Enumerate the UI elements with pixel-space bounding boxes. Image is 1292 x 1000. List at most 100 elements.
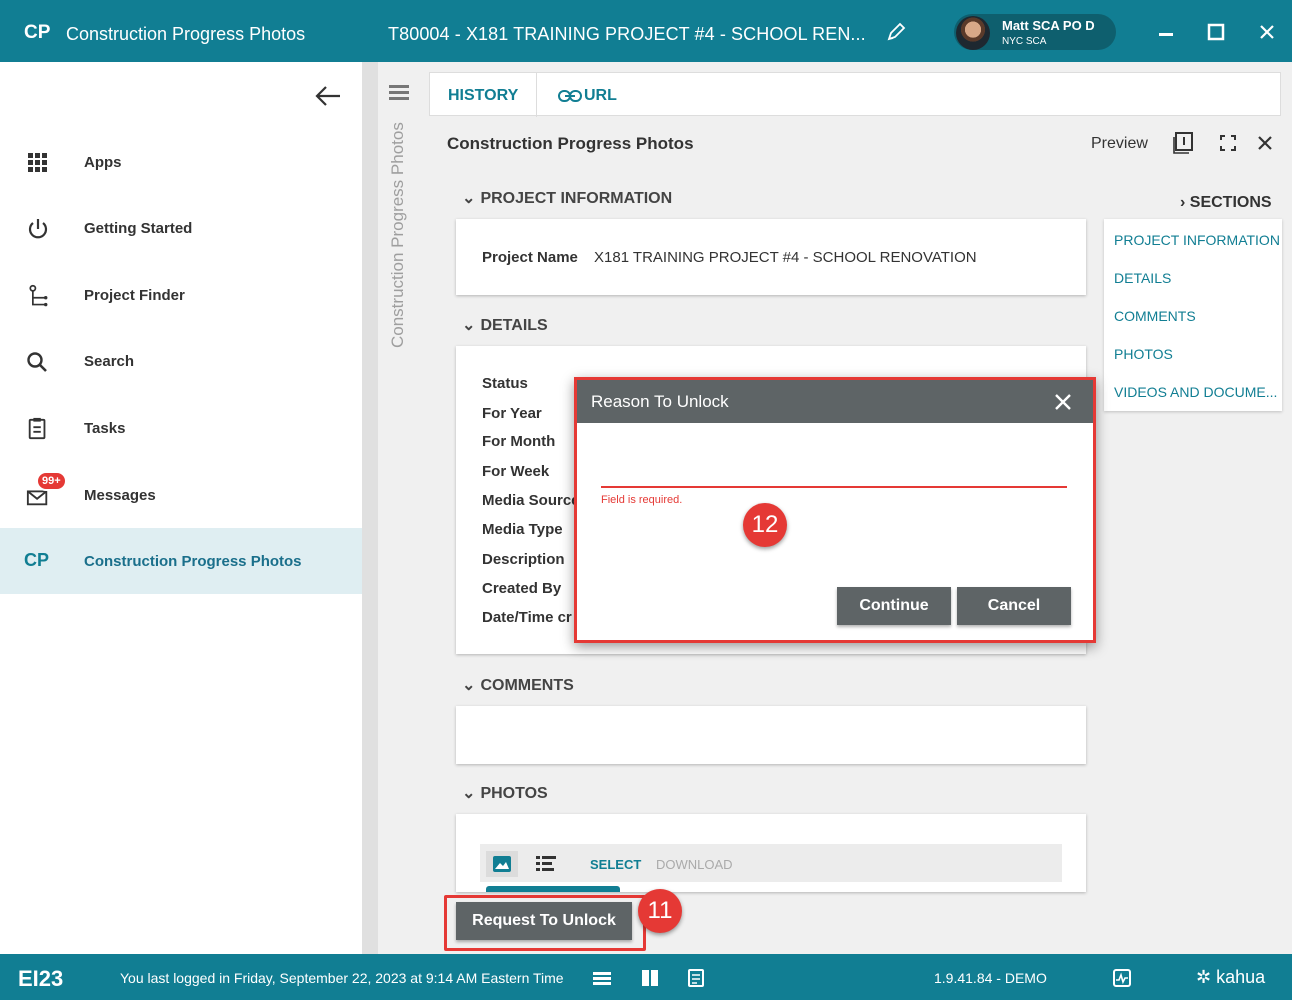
sidebar-item-search[interactable]: Search — [0, 328, 362, 394]
sidebar-item-label: Apps — [84, 154, 122, 171]
chevron-down-icon: ⌄ — [462, 190, 476, 207]
grid-view-button[interactable] — [486, 851, 518, 877]
document-page-icon[interactable] — [1173, 132, 1195, 154]
details-field-for-year: For Year — [482, 405, 542, 422]
sections-toggle[interactable]: › SECTIONS — [1180, 194, 1272, 212]
details-field-date-time: Date/Time cr — [482, 609, 572, 626]
section-link-details[interactable]: DETAILS — [1114, 270, 1171, 286]
chevron-down-icon: ⌄ — [462, 677, 476, 694]
status-bar: EI23 You last logged in Friday, Septembe… — [0, 954, 1292, 1000]
project-name-value: X181 TRAINING PROJECT #4 - SCHOOL RENOVA… — [594, 249, 977, 266]
sidebar-item-getting-started[interactable]: Getting Started — [0, 195, 362, 261]
app-logo: CP — [24, 22, 51, 43]
page-title: Construction Progress Photos — [447, 134, 694, 153]
tab-divider — [536, 73, 537, 117]
details-field-media-source: Media Source — [482, 492, 580, 509]
list-view-button[interactable] — [530, 851, 562, 877]
close-panel-icon[interactable] — [1254, 132, 1276, 154]
user-name: Matt SCA PO D — [1002, 18, 1095, 33]
panel-divider[interactable] — [362, 62, 378, 954]
minimize-icon[interactable] — [1152, 18, 1180, 46]
section-link-photos[interactable]: PHOTOS — [1114, 346, 1173, 362]
select-link[interactable]: SELECT — [590, 857, 641, 872]
project-tree-icon — [29, 284, 48, 307]
sidebar-item-construction-progress-photos[interactable]: CP Construction Progress Photos — [0, 528, 362, 594]
tab-url[interactable]: URL — [584, 87, 617, 105]
edit-pencil-icon[interactable] — [884, 20, 908, 44]
sidebar-item-messages[interactable]: 99+ Messages — [0, 462, 362, 528]
preview-label[interactable]: Preview — [1091, 135, 1148, 153]
section-photos[interactable]: ⌄ PHOTOS — [462, 783, 548, 803]
details-field-for-week: For Week — [482, 463, 550, 480]
list-icon — [536, 856, 556, 871]
sidebar-item-apps[interactable]: Apps — [0, 129, 362, 195]
project-info-card: Project Name X181 TRAINING PROJECT #4 - … — [456, 219, 1086, 295]
clipboard-icon — [28, 417, 46, 440]
sidebar-item-label: Getting Started — [84, 220, 193, 237]
sidebar-item-project-finder[interactable]: Project Finder — [0, 262, 362, 328]
section-title: PROJECT INFORMATION — [480, 190, 673, 207]
step-callout-12: 12 — [743, 503, 787, 547]
project-title[interactable]: T80004 - X181 TRAINING PROJECT #4 - SCHO… — [388, 24, 866, 45]
last-login-text: You last logged in Friday, September 22,… — [120, 970, 564, 986]
collapsed-panel: Construction Progress Photos — [378, 62, 426, 954]
reason-to-unlock-dialog: Reason To Unlock Field is required. Cont… — [574, 377, 1096, 643]
apps-grid-icon — [28, 153, 47, 172]
photo-thumbnail[interactable] — [486, 886, 620, 892]
environment-label: EI23 — [18, 966, 64, 991]
brand-label: kahua — [1216, 967, 1266, 987]
split-layout-icon[interactable] — [640, 968, 660, 988]
user-org: NYC SCA — [1002, 36, 1047, 47]
section-title: COMMENTS — [480, 677, 574, 694]
tab-bar: HISTORY URL — [429, 72, 1281, 117]
close-window-icon[interactable] — [1253, 18, 1281, 46]
step-callout-11: 11 — [638, 889, 682, 933]
message-count-badge: 99+ — [36, 471, 67, 491]
comments-card — [456, 706, 1086, 764]
maximize-icon[interactable] — [1202, 18, 1230, 46]
activity-icon[interactable] — [1112, 968, 1132, 988]
sidebar-item-label: Search — [84, 353, 135, 370]
details-field-status: Status — [482, 375, 528, 392]
panel-vertical-title[interactable]: Construction Progress Photos — [388, 122, 408, 422]
hamburger-layout-icon[interactable] — [592, 968, 612, 988]
details-field-created-by: Created By — [482, 580, 562, 597]
reason-input[interactable] — [601, 446, 1067, 488]
section-link-project-information[interactable]: PROJECT INFORMATION — [1114, 232, 1280, 248]
close-icon[interactable] — [1051, 390, 1075, 414]
details-field-description: Description — [482, 551, 565, 568]
section-project-information[interactable]: ⌄ PROJECT INFORMATION — [462, 188, 672, 208]
search-icon — [27, 352, 47, 372]
sidebar-item-tasks[interactable]: Tasks — [0, 395, 362, 461]
section-details[interactable]: ⌄ DETAILS — [462, 315, 548, 335]
chevron-down-icon: ⌄ — [462, 317, 476, 334]
title-bar: CP Construction Progress Photos T80004 -… — [0, 0, 1292, 62]
section-comments[interactable]: ⌄ COMMENTS — [462, 675, 574, 695]
user-menu[interactable]: Matt SCA PO D NYC SCA — [954, 14, 1116, 50]
request-to-unlock-button[interactable]: Request To Unlock — [456, 902, 632, 940]
hamburger-menu-icon[interactable] — [389, 84, 409, 100]
chevron-down-icon: ⌄ — [462, 785, 476, 802]
back-arrow-icon[interactable] — [312, 82, 344, 110]
sidebar-item-label: Messages — [84, 487, 156, 504]
section-link-videos-and-documents[interactable]: VIDEOS AND DOCUME... — [1114, 384, 1277, 400]
notes-icon[interactable] — [686, 968, 706, 988]
cancel-button[interactable]: Cancel — [957, 587, 1071, 625]
power-icon — [28, 219, 48, 239]
link-icon[interactable] — [558, 89, 582, 103]
avatar — [956, 16, 990, 50]
download-link[interactable]: DOWNLOAD — [656, 857, 733, 872]
fullscreen-icon[interactable] — [1217, 132, 1239, 154]
image-icon — [493, 856, 511, 872]
section-title: DETAILS — [480, 317, 548, 334]
sections-list: PROJECT INFORMATION DETAILS COMMENTS PHO… — [1104, 219, 1282, 411]
dialog-title: Reason To Unlock — [591, 392, 729, 411]
sections-label: SECTIONS — [1189, 194, 1272, 211]
tab-history[interactable]: HISTORY — [448, 87, 518, 105]
dialog-header: Reason To Unlock — [577, 380, 1093, 423]
section-link-comments[interactable]: COMMENTS — [1114, 308, 1196, 324]
details-field-for-month: For Month — [482, 433, 556, 450]
continue-button[interactable]: Continue — [837, 587, 951, 625]
kahua-logo: ✲ kahua — [1196, 967, 1266, 987]
photos-card: SELECT DOWNLOAD — [456, 814, 1086, 892]
